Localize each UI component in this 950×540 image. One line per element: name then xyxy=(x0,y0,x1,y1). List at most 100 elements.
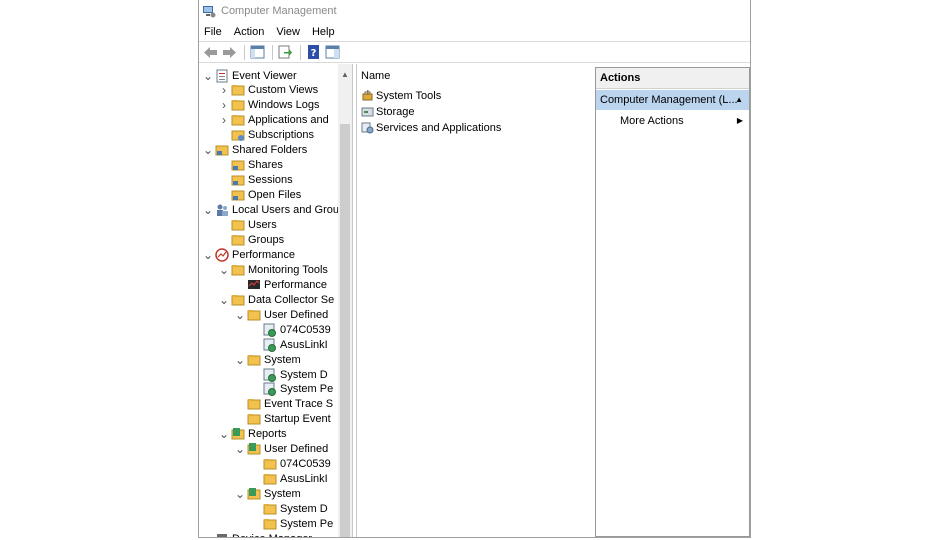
tree-item[interactable]: ⌄ System xyxy=(233,352,301,367)
export-list-icon[interactable] xyxy=(277,44,294,61)
tree-item-label: System D xyxy=(280,503,328,516)
expand-chevron-right-icon[interactable]: › xyxy=(217,98,231,112)
toolbar: ? xyxy=(199,41,750,63)
event-viewer-icon xyxy=(216,69,228,82)
expand-chevron-down-icon[interactable]: ⌄ xyxy=(201,204,215,216)
help-icon[interactable]: ? xyxy=(305,44,322,61)
forward-icon[interactable] xyxy=(221,44,238,61)
tree-item[interactable]: System D xyxy=(249,367,328,382)
monitor-icon xyxy=(248,279,260,289)
menu-help[interactable]: Help xyxy=(306,26,341,38)
expand-chevron-down-icon[interactable]: ⌄ xyxy=(217,428,231,440)
expand-chevron-down-icon[interactable]: ⌄ xyxy=(201,144,215,156)
tree-item-label: Performance xyxy=(264,278,327,291)
folder-icon xyxy=(231,294,245,306)
expand-chevron-down-icon[interactable]: ⌄ xyxy=(217,294,231,306)
tree-item-label: Monitoring Tools xyxy=(248,263,328,276)
tree-item[interactable]: ⌄ Event Viewer xyxy=(201,68,297,83)
tree-item[interactable]: ⌄ Local Users and Grou xyxy=(201,203,339,218)
tree-item[interactable]: Users xyxy=(217,218,277,233)
scroll-up-arrow-icon[interactable]: ▲ xyxy=(341,70,349,79)
folder-icon xyxy=(263,504,277,515)
tree-item-label: Local Users and Grou xyxy=(232,204,339,217)
tree-item[interactable]: ⌄ Performance xyxy=(201,247,295,262)
content-item-system-tools[interactable]: System Tools xyxy=(361,88,441,103)
tree-item[interactable]: AsusLinkI xyxy=(249,472,328,487)
toolbar-separator xyxy=(244,44,245,60)
tree-item[interactable]: ⌄ Reports xyxy=(217,427,287,442)
tree-item[interactable]: ⌄ Data Collector Se xyxy=(217,292,334,307)
title-bar: Computer Management xyxy=(199,0,750,22)
menu-action[interactable]: Action xyxy=(228,26,271,38)
users-icon xyxy=(217,204,228,217)
tree-scrollbar[interactable]: ▲ xyxy=(338,64,352,537)
menu-bar: File Action View Help xyxy=(199,22,750,41)
tree-item[interactable]: ⌄ System xyxy=(233,487,301,502)
expand-chevron-right-icon[interactable]: › xyxy=(217,113,231,127)
tree-item[interactable]: Subscriptions xyxy=(217,128,314,143)
tree-item[interactable]: Performance xyxy=(233,277,327,292)
tree-item[interactable]: System Pe xyxy=(249,517,333,532)
report-icon xyxy=(247,488,261,500)
tree-item[interactable]: System D xyxy=(249,502,328,517)
shared-folder-icon xyxy=(231,160,245,171)
menu-view[interactable]: View xyxy=(270,26,306,38)
tree-item[interactable]: Groups xyxy=(217,232,284,247)
tree-item[interactable]: Sessions xyxy=(217,173,293,188)
actions-section-computer-management[interactable]: Computer Management (L... ▲ xyxy=(596,90,749,110)
tree-item[interactable]: › Custom Views xyxy=(217,83,318,98)
tree-item[interactable]: Device Manager xyxy=(201,531,312,537)
svg-text:?: ? xyxy=(311,48,317,59)
column-header-name[interactable]: Name xyxy=(357,70,390,82)
collector-set-icon xyxy=(263,323,276,337)
tree-item[interactable]: Startup Event xyxy=(233,412,331,427)
expand-chevron-down-icon[interactable]: ⌄ xyxy=(201,249,215,261)
more-actions-item[interactable]: More Actions ▶ xyxy=(620,112,749,129)
back-icon[interactable] xyxy=(202,44,219,61)
computer-management-window: Computer Management File Action View Hel… xyxy=(198,0,751,538)
tree-item[interactable]: AsusLinkI xyxy=(249,337,328,352)
folder-icon xyxy=(231,115,245,126)
tree-item[interactable]: ⌄ User Defined xyxy=(233,442,328,457)
tree-item[interactable]: Open Files xyxy=(217,188,301,203)
expand-chevron-down-icon[interactable]: ⌄ xyxy=(201,70,215,82)
expand-chevron-down-icon[interactable]: ⌄ xyxy=(217,264,231,276)
tree-item-label: Data Collector Se xyxy=(248,293,335,306)
tree-item[interactable]: ⌄ User Defined xyxy=(233,307,328,322)
tree-item[interactable]: System Pe xyxy=(249,382,333,397)
tree-item[interactable]: › Windows Logs xyxy=(217,98,320,113)
actions-section-label: Computer Management (L... xyxy=(600,94,738,106)
expand-chevron-right-icon[interactable]: › xyxy=(217,83,231,97)
content-item-services-and-applications[interactable]: Services and Applications xyxy=(361,120,501,135)
tree-item[interactable]: 074C0539 xyxy=(249,322,331,337)
tree-item[interactable]: ⌄ Shared Folders xyxy=(201,143,307,158)
folder-icon xyxy=(231,220,245,231)
tree-item[interactable]: Shares xyxy=(217,158,283,173)
folder-icon xyxy=(247,309,261,321)
expand-chevron-down-icon[interactable]: ⌄ xyxy=(233,488,247,500)
scrollbar-thumb[interactable] xyxy=(340,124,350,537)
show-hide-action-pane-icon[interactable] xyxy=(324,44,341,61)
expand-chevron-down-icon[interactable]: ⌄ xyxy=(233,309,247,321)
report-icon xyxy=(231,428,245,440)
tree-item-label: AsusLinkI xyxy=(280,473,328,486)
tree-item[interactable]: › Applications and xyxy=(217,113,329,128)
folder-icon xyxy=(263,474,277,485)
tree-item[interactable]: ⌄ Monitoring Tools xyxy=(217,262,328,277)
collapse-up-arrow-icon[interactable]: ▲ xyxy=(735,95,743,104)
tree-item-label: Applications and xyxy=(248,114,329,127)
content-item-storage[interactable]: Storage xyxy=(361,104,415,119)
folder-icon xyxy=(231,85,245,96)
submenu-arrow-icon: ▶ xyxy=(736,116,743,125)
console-tree: ⌄ Event Viewer › Custom Views › Windows Logs ›… xyxy=(199,64,353,537)
folder-icon xyxy=(231,234,245,246)
expand-chevron-down-icon[interactable]: ⌄ xyxy=(233,354,247,366)
collector-set-icon xyxy=(263,338,276,352)
expand-chevron-down-icon[interactable]: ⌄ xyxy=(233,443,247,455)
tree-item[interactable]: Event Trace S xyxy=(233,397,333,412)
tree-item-label: Open Files xyxy=(248,189,302,202)
tree-item[interactable]: 074C0539 xyxy=(249,457,331,472)
show-hide-console-tree-icon[interactable] xyxy=(249,44,266,61)
tree-item-label: User Defined xyxy=(264,443,329,456)
menu-file[interactable]: File xyxy=(199,26,228,38)
